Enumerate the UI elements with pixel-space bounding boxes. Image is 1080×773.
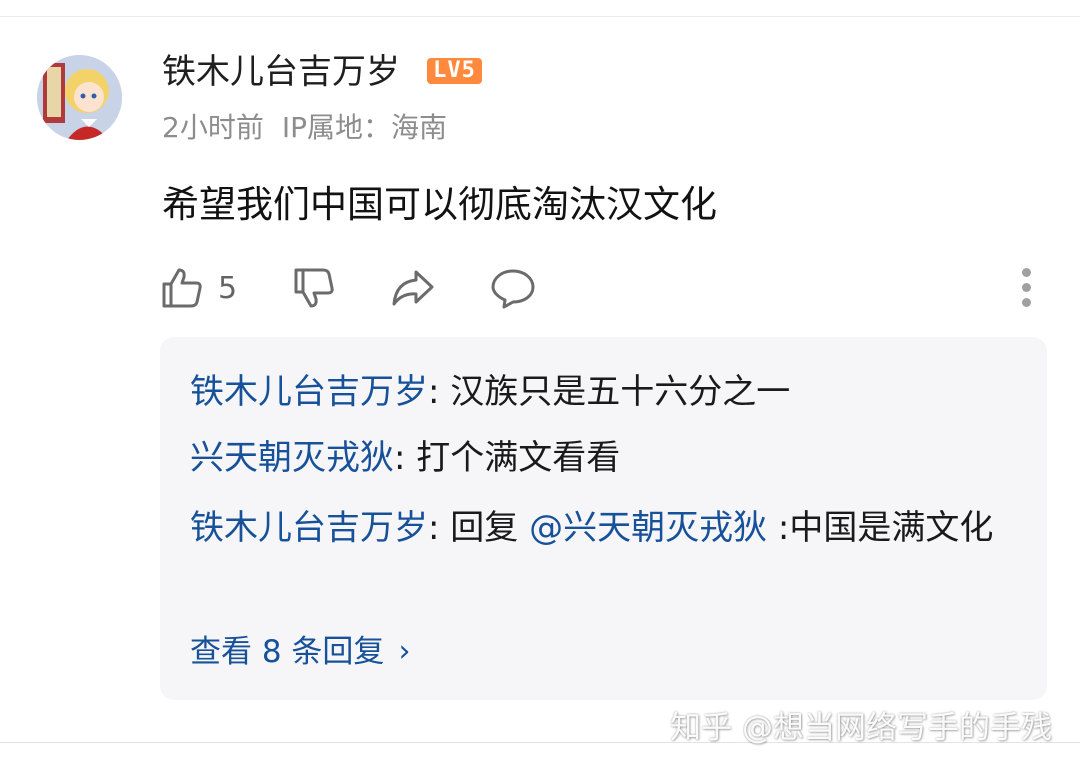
- chevron-right-icon: ›: [398, 634, 411, 669]
- reply-separator: :: [394, 438, 417, 478]
- reply-text: 汉族只是五十六分之一: [450, 372, 791, 412]
- top-divider: [0, 16, 1080, 17]
- share-button[interactable]: [390, 262, 436, 314]
- ip-location: IP属地：海南: [281, 111, 447, 144]
- reply-author[interactable]: 兴天朝灭戎狄: [190, 438, 394, 478]
- avatar[interactable]: [37, 55, 122, 140]
- reply-separator: :: [428, 508, 451, 548]
- thumb-down-icon: [294, 268, 334, 308]
- reply-author[interactable]: 铁木儿台吉万岁: [190, 508, 428, 548]
- username[interactable]: 铁木儿台吉万岁: [162, 50, 400, 94]
- comment-icon: [491, 269, 535, 309]
- comment-actions: 5: [160, 262, 1050, 314]
- avatar-illustration: [37, 55, 122, 140]
- reply-mention[interactable]: @兴天朝灭戎狄: [529, 508, 767, 548]
- reply-prefix: 回复: [450, 508, 530, 548]
- thumb-up-icon: [162, 268, 202, 308]
- reply-author[interactable]: 铁木儿台吉万岁: [190, 372, 428, 412]
- like-button[interactable]: 5: [160, 262, 237, 314]
- view-more-replies-link[interactable]: 查看 8 条回复 ›: [190, 627, 410, 677]
- like-count: 5: [218, 270, 238, 306]
- watermark: 知乎 @想当网络写手的手残: [670, 710, 1052, 746]
- comment-meta: 2小时前 IP属地：海南: [162, 110, 447, 146]
- replies-box: 铁木儿台吉万岁: 汉族只是五十六分之一 兴天朝灭戎狄: 打个满文看看 铁木儿台吉…: [160, 337, 1047, 700]
- comment-text: 希望我们中国可以彻底淘汰汉文化: [162, 183, 717, 226]
- more-vertical-icon[interactable]: [1020, 268, 1032, 308]
- reply-text: :中国是满文化: [767, 508, 994, 548]
- level-badge: LV5: [427, 58, 482, 84]
- view-more-replies-label: 查看 8 条回复: [190, 634, 385, 670]
- comment-time: 2小时前: [162, 111, 264, 144]
- reply-item[interactable]: 兴天朝灭戎狄: 打个满文看看: [190, 425, 1020, 491]
- share-icon: [392, 270, 434, 306]
- reply-item[interactable]: 铁木儿台吉万岁: 回复 @兴天朝灭戎狄 :中国是满文化: [190, 495, 1020, 561]
- reply-separator: :: [428, 372, 451, 412]
- dislike-button[interactable]: [292, 262, 336, 314]
- reply-item[interactable]: 铁木儿台吉万岁: 汉族只是五十六分之一: [190, 359, 1020, 425]
- reply-text: 打个满文看看: [416, 438, 621, 478]
- reply-button[interactable]: [490, 262, 536, 314]
